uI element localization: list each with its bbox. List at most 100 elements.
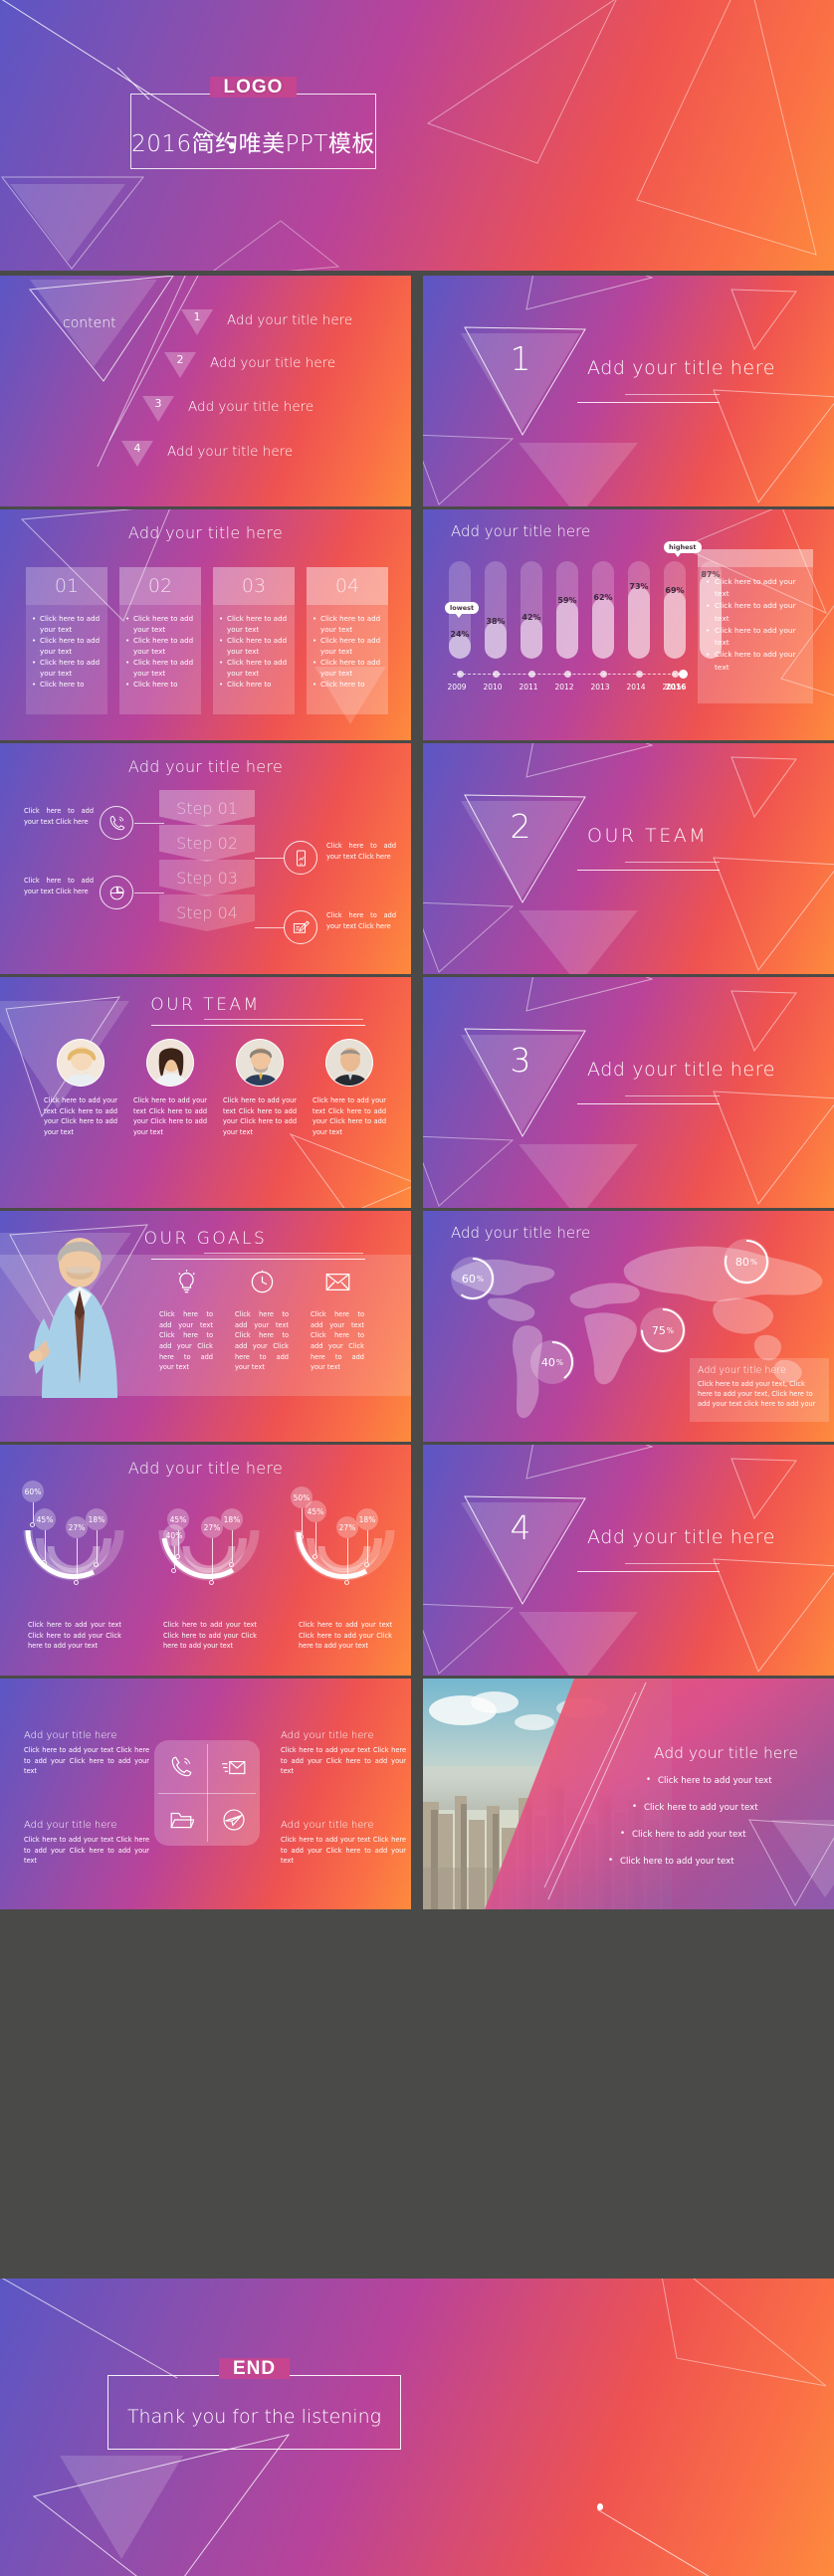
slide-end[interactable]: END Thank you for the listening [0, 2279, 834, 2576]
divider [204, 1253, 363, 1254]
agenda-label: content [63, 315, 116, 331]
list-item: Click here to add your text [32, 658, 102, 680]
column-card[interactable]: 02 Click here to add your text Click her… [119, 567, 201, 714]
divider [625, 1563, 720, 1564]
slide-section-3[interactable]: 3 Add your title here [423, 977, 834, 1208]
avatar [146, 1039, 194, 1087]
bar: 69% [664, 561, 686, 659]
phone-icon[interactable] [154, 1740, 207, 1793]
slide-steps[interactable]: Add your title here Step 01 Step 02 Step… [0, 743, 411, 974]
signature-icon[interactable] [284, 910, 317, 944]
quad-block-text: Click here to add your text Click here t… [281, 1746, 406, 1776]
quad-block-title: Add your title here [281, 1730, 374, 1741]
phone-icon[interactable] [100, 806, 133, 840]
gauge-pin: 27% [201, 1516, 223, 1585]
agenda-item-label: Add your title here [188, 399, 314, 415]
slide-map[interactable]: Add your title here 60% 80 % 75 % 40 % A… [423, 1211, 834, 1442]
gauge-card[interactable]: 45% 40% 27% 18% Click here to add your t… [139, 1479, 275, 1668]
quad-block[interactable]: Add your title here Click here to add yo… [281, 1730, 406, 1777]
slide-team[interactable]: OUR TEAM Click here to add your text Cli… [0, 977, 411, 1208]
decor-outline-triangle [428, 2279, 834, 2468]
bar: 62% [592, 561, 614, 659]
team-member[interactable]: Click here to add your text Click here t… [313, 1039, 386, 1138]
slide-section-1[interactable]: 1 Add your title here [423, 276, 834, 506]
gauge-text: Click here to add your text Click here t… [28, 1621, 121, 1651]
gauge-pin: 18% [221, 1508, 243, 1567]
agenda-number-badge: 4 [121, 441, 153, 467]
slide-agenda[interactable]: content 1 Add your title here 2 Add your… [0, 276, 411, 506]
connector [134, 892, 164, 893]
mail-send-icon[interactable] [207, 1740, 260, 1793]
slide-bar-chart[interactable]: Add your title here 24% 38% 42% 59% 62% … [423, 509, 834, 740]
list-item[interactable]: 4 Add your title here [121, 441, 293, 467]
list-item: Click here to add your text [125, 614, 195, 636]
agenda-number-badge: 1 [181, 309, 213, 335]
goal-text: Click here to add your text Click here t… [159, 1310, 213, 1372]
pie-chart-icon[interactable] [100, 876, 133, 909]
team-member[interactable]: Click here to add your text Click here t… [44, 1039, 117, 1138]
slide-arc-gauges[interactable]: Add your title here 60% 45% 27% 18% Clic… [0, 1445, 411, 1676]
quad-block[interactable]: Add your title here Click here to add yo… [281, 1820, 406, 1867]
slide-title[interactable]: LOGO 2016简约唯美PPT模板 [0, 0, 834, 271]
list-item: Click here to add your text [632, 1803, 832, 1813]
map-marker-label: 60% [461, 1272, 485, 1286]
column-card[interactable]: 03 Click here to add your text Click her… [213, 567, 295, 714]
list-item: Click here to add your text [219, 658, 289, 680]
list-item[interactable]: 3 Add your title here [142, 396, 313, 422]
list-item: Click here to add your text [646, 1776, 832, 1786]
column-body: Click here to add your text Click here t… [307, 605, 388, 714]
folder-icon[interactable] [154, 1793, 207, 1846]
divider [577, 1571, 720, 1572]
gauge-card[interactable]: 60% 45% 27% 18% Click here to add your t… [4, 1479, 139, 1668]
team-member[interactable]: Click here to add your text Click here t… [133, 1039, 207, 1138]
gauge-pin: 27% [66, 1516, 88, 1585]
goal-item[interactable]: Click here to add your text Click here t… [159, 1269, 213, 1373]
step-description: Click here to add your text Click here [24, 807, 94, 826]
step-chevron[interactable]: Step 01 [159, 790, 255, 827]
list-item: Click here to [125, 680, 195, 691]
list-item: Click here to add your text [608, 1857, 832, 1867]
decor-outline-triangle-2 [0, 169, 213, 271]
list-item: Click here to [32, 680, 102, 691]
slide-city[interactable]: Add your title here Click here to add yo… [423, 1679, 834, 1909]
quad-block[interactable]: Add your title here Click here to add yo… [24, 1820, 149, 1867]
team-member[interactable]: Click here to add your text Click here t… [223, 1039, 297, 1138]
team-member-text: Click here to add your text Click here t… [313, 1096, 386, 1137]
map-marker[interactable]: 75% [640, 1307, 686, 1353]
chart-axis [449, 669, 690, 681]
list-item[interactable]: 1 Add your title here [181, 309, 352, 335]
map-marker-label: 75% [651, 1323, 675, 1337]
slide-section-4[interactable]: 4 Add your title here [423, 1445, 834, 1676]
list-item[interactable]: 2 Add your title here [164, 352, 335, 378]
annotation-highest: highest [664, 541, 702, 557]
slide-section-2[interactable]: 2 OUR TEAM [423, 743, 834, 974]
list-item: Click here to add your text [706, 576, 805, 600]
goal-item[interactable]: Click here to add your text Click here t… [311, 1269, 364, 1373]
map-marker[interactable]: 60% [451, 1257, 495, 1300]
goal-item[interactable]: Click here to add your text Click here t… [235, 1269, 289, 1373]
gauge-card[interactable]: 50% 45% 27% 18% Click here to add your t… [275, 1479, 410, 1668]
step-chevron[interactable]: Step 02 [159, 825, 255, 862]
step-description: Click here to add your text Click here [24, 877, 94, 895]
slide-quad[interactable]: Add your title here Click here to add yo… [0, 1679, 411, 1909]
decor-filled-triangle [519, 910, 638, 974]
quad-block[interactable]: Add your title here Click here to add yo… [24, 1730, 149, 1777]
team-member-text: Click here to add your text Click here t… [223, 1096, 297, 1137]
step-chevron[interactable]: Step 04 [159, 894, 255, 931]
gauge-group: 60% 45% 27% 18% Click here to add your t… [4, 1479, 410, 1668]
step-chevron[interactable]: Step 03 [159, 860, 255, 896]
decor-filled-triangle [519, 443, 638, 506]
mobile-chart-icon[interactable] [284, 841, 317, 875]
column-card[interactable]: 04 Click here to add your text Click her… [307, 567, 388, 714]
paper-plane-icon[interactable] [207, 1793, 260, 1846]
map-marker[interactable]: 40% [530, 1340, 574, 1384]
slide-goals[interactable]: OUR GOALS Click here to add your text Cl… [0, 1211, 411, 1442]
list-item: Click here to add your text [125, 636, 195, 658]
column-card[interactable]: 01 Click here to add your text Click her… [26, 567, 107, 714]
map-marker[interactable]: 80% [724, 1239, 769, 1285]
slide-columns[interactable]: Add your title here 01 Click here to add… [0, 509, 411, 740]
list-item: Click here to add your text [706, 625, 805, 649]
bar: 59% [556, 561, 578, 659]
quad-block-title: Add your title here [24, 1820, 117, 1831]
bar: 73% [628, 561, 650, 659]
